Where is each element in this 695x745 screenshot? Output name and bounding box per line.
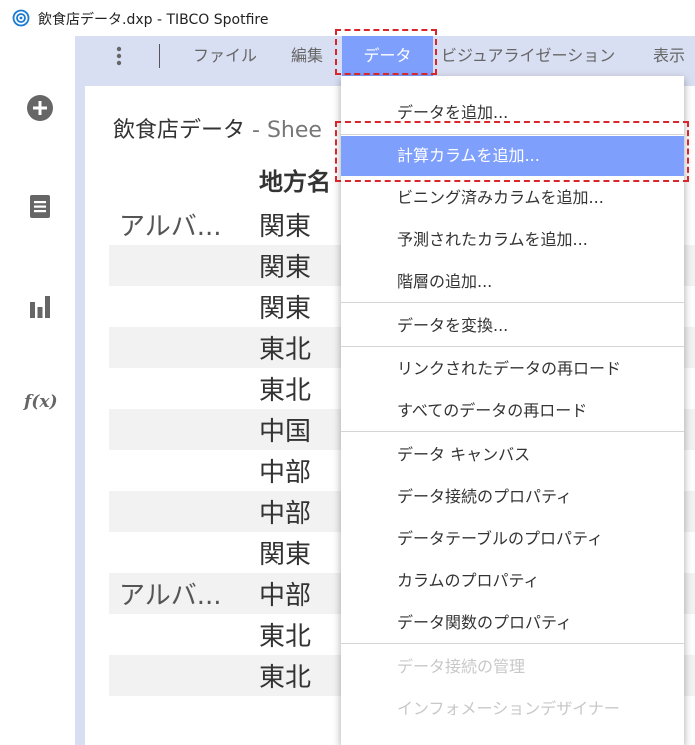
menu-separator <box>159 44 160 68</box>
visualization-title-name: 飲食店データ <box>113 118 246 143</box>
spotfire-logo-icon <box>12 9 30 27</box>
cell-region: 東北 <box>259 335 312 365</box>
cell-col1: アルバ... <box>119 581 222 611</box>
left-rail: f(x) <box>0 36 75 745</box>
menu-add-hierarchy[interactable]: 階層の追加... <box>341 262 684 302</box>
visualization-title-sheet: - Shee <box>245 118 322 143</box>
function-icon[interactable]: f(x) <box>24 392 58 420</box>
cell-region: 関東 <box>259 540 312 570</box>
visualization-title: 飲食店データ - Shee <box>113 112 322 144</box>
highlight-box-calculated-column <box>335 121 689 182</box>
menu-reload-linked-data[interactable]: リンクされたデータの再ロード <box>341 349 684 389</box>
highlight-box-data-menu <box>335 29 437 75</box>
menu-data-canvas[interactable]: データ キャンバス <box>341 435 684 475</box>
menu-divider <box>341 346 684 347</box>
menu-add-binned-column[interactable]: ビニング済みカラムを追加... <box>341 178 684 218</box>
column-header-region[interactable]: 地方名 <box>259 162 331 197</box>
cell-region: 関東 <box>259 294 312 324</box>
menu-transform-data[interactable]: データを変換... <box>341 306 684 346</box>
menu-reload-all-data[interactable]: すべてのデータの再ロード <box>341 391 684 431</box>
menu-data-function-properties[interactable]: データ関数のプロパティ <box>341 603 684 643</box>
cell-region: 東北 <box>259 622 312 652</box>
data-table-icon[interactable] <box>26 192 54 220</box>
cell-region: 東北 <box>259 663 312 693</box>
more-options-icon[interactable] <box>111 44 127 68</box>
window-title: 飲食店データ.dxp - TIBCO Spotfire <box>38 12 269 28</box>
cell-region: 関東 <box>259 212 312 242</box>
menu-file[interactable]: ファイル <box>193 36 257 76</box>
bar-chart-icon[interactable] <box>26 292 54 320</box>
cell-region: 関東 <box>259 253 312 283</box>
menu-manage-data-connections: データ接続の管理 <box>397 657 526 676</box>
menu-data-connection-properties[interactable]: データ接続のプロパティ <box>341 477 684 517</box>
cell-region: 中国 <box>259 417 312 447</box>
cell-region: 東北 <box>259 376 312 406</box>
menu-divider <box>341 302 684 303</box>
add-icon[interactable] <box>26 94 54 122</box>
cell-region: 中部 <box>259 499 312 529</box>
menu-divider <box>341 643 684 644</box>
menu-edit[interactable]: 編集 <box>291 36 323 76</box>
menu-information-designer: インフォメーションデザイナー <box>397 699 620 718</box>
menu-column-properties[interactable]: カラムのプロパティ <box>341 561 684 601</box>
cell-region: 中部 <box>259 581 312 611</box>
menu-view[interactable]: 表示 <box>653 36 685 76</box>
menu-divider <box>341 431 684 432</box>
cell-col1: アルバ... <box>119 212 222 242</box>
menu-visualization[interactable]: ビジュアライゼーション <box>441 36 615 76</box>
cell-region: 中部 <box>259 458 312 488</box>
menu-data-table-properties[interactable]: データテーブルのプロパティ <box>341 519 684 559</box>
menu-add-predicted-column[interactable]: 予測されたカラムを追加... <box>341 220 684 260</box>
